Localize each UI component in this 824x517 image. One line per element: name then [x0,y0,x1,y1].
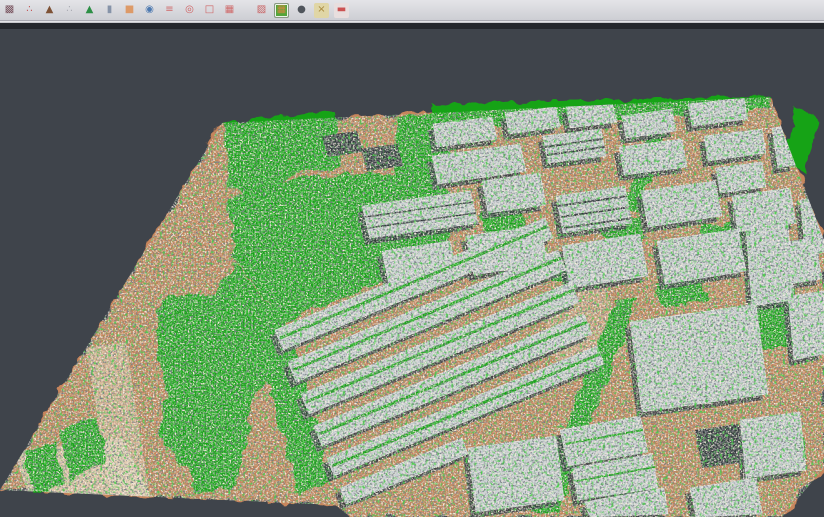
rows-red-icon: ≡ [165,5,173,15]
sphere-dark-icon: ● [297,5,306,15]
target-red-button[interactable]: ◎ [182,3,197,18]
cloud-dark-icon: ▩ [5,5,14,15]
window-chrome: ▩ ∴ ▲ ∴ ▲ ▮ ■ ◉ ≡ ◎ □ ▦ ▨ ▦ ● × ▬ [0,0,824,29]
grid-red-icon: ▦ [225,5,234,15]
viewport-canvas[interactable] [0,0,824,517]
classification-map-icon: ▦ [277,5,286,15]
markers-tan-icon: × [317,5,325,15]
points-faint-button[interactable]: ∴ [62,3,77,18]
points-faint-icon: ∴ [66,5,72,15]
flag-red-icon: ▬ [337,5,346,15]
terrain-brown-icon: ▲ [46,5,54,15]
toolbar-separator [242,3,249,18]
toolbar: ▩ ∴ ▲ ∴ ▲ ▮ ■ ◉ ≡ ◎ □ ▦ ▨ ▦ ● × ▬ [0,0,824,21]
terrain-brown-button[interactable]: ▲ [42,3,57,18]
column-blue-button[interactable]: ▮ [102,3,117,18]
hatch-red-icon: ▨ [257,5,266,15]
bounds-red-icon: □ [205,5,214,15]
ortho-orange-icon: ■ [125,5,134,15]
cloud-dark-button[interactable]: ▩ [2,3,17,18]
globe-blue-icon: ◉ [145,5,154,15]
scatter-points-icon: ∴ [26,5,32,15]
markers-tan-button[interactable]: × [314,3,329,18]
flag-red-button[interactable]: ▬ [334,3,349,18]
grid-red-button[interactable]: ▦ [222,3,237,18]
sphere-dark-button[interactable]: ● [294,3,309,18]
hatch-red-button[interactable]: ▨ [254,3,269,18]
column-blue-icon: ▮ [107,5,113,15]
globe-blue-button[interactable]: ◉ [142,3,157,18]
terrain-green-button[interactable]: ▲ [82,3,97,18]
rows-red-button[interactable]: ≡ [162,3,177,18]
bounds-red-button[interactable]: □ [202,3,217,18]
terrain-green-icon: ▲ [86,5,94,15]
classification-map-button[interactable]: ▦ [274,3,289,18]
toolbar-shadow-strip [0,23,824,29]
ortho-orange-button[interactable]: ■ [122,3,137,18]
app-window: ▩ ∴ ▲ ∴ ▲ ▮ ■ ◉ ≡ ◎ □ ▦ ▨ ▦ ● × ▬ [0,0,824,517]
target-red-icon: ◎ [185,5,194,15]
scatter-points-button[interactable]: ∴ [22,3,37,18]
